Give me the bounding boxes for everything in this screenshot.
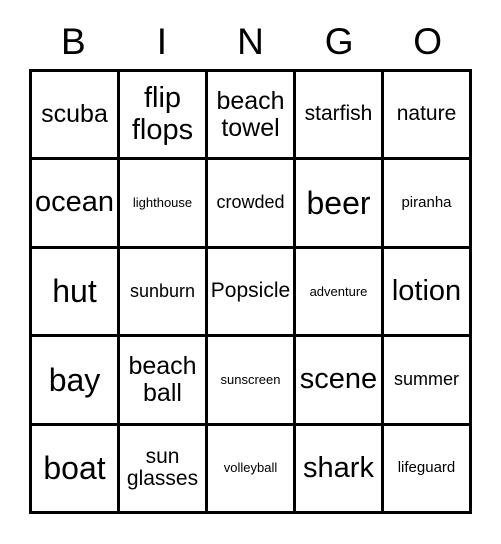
bingo-cell[interactable]: sunscreen xyxy=(208,337,296,423)
bingo-header-letter-n: N xyxy=(237,21,264,62)
bingo-row: boat sun glasses volleyball shark lifegu… xyxy=(32,425,469,512)
bingo-row: scuba flip flops beach towel starfish na… xyxy=(32,72,469,161)
bingo-cell-label: sunburn xyxy=(129,280,196,301)
bingo-cell[interactable]: summer xyxy=(384,337,469,423)
bingo-row: hut sunburn Popsicle adventure lotion xyxy=(32,248,469,338)
bingo-header-letter-g: G xyxy=(324,21,354,62)
bingo-cell-label: sunscreen xyxy=(220,371,281,387)
bingo-cell[interactable]: sunburn xyxy=(120,248,208,335)
bingo-cell-label: bay xyxy=(48,361,101,398)
bingo-cell[interactable]: volleyball xyxy=(208,425,296,512)
bingo-cell-label: volleyball xyxy=(223,460,278,476)
bingo-cell[interactable]: hut xyxy=(32,248,120,335)
bingo-cell-label: summer xyxy=(393,369,459,390)
bingo-cell-label: hut xyxy=(52,273,97,310)
bingo-cell[interactable]: lifeguard xyxy=(384,425,469,512)
bingo-cell[interactable]: adventure xyxy=(296,248,384,335)
bingo-cell-label: starfish xyxy=(304,102,373,126)
bingo-cell[interactable]: lighthouse xyxy=(120,160,208,246)
bingo-cell-label: shark xyxy=(303,451,374,484)
bingo-cell[interactable]: crowded xyxy=(208,160,296,246)
bingo-header-letter-o: O xyxy=(413,21,443,62)
bingo-cell[interactable]: sun glasses xyxy=(120,425,208,512)
bingo-cell-label: crowded xyxy=(216,192,285,213)
bingo-row: bay beach ball sunscreen scene summer xyxy=(32,337,469,426)
bingo-cell-label: nature xyxy=(396,102,457,126)
bingo-cell-label: ocean xyxy=(34,186,114,219)
bingo-cell[interactable]: flip flops xyxy=(120,72,208,158)
bingo-cell[interactable]: boat xyxy=(32,425,120,512)
bingo-cell[interactable]: starfish xyxy=(296,72,384,158)
bingo-cell-label: flip flops xyxy=(131,82,194,146)
bingo-header-letter-b: B xyxy=(60,21,86,62)
bingo-cell-label: scene xyxy=(299,363,378,396)
bingo-cell-label: adventure xyxy=(309,283,368,299)
bingo-cell[interactable]: bay xyxy=(32,337,120,423)
bingo-cell-label: beer xyxy=(306,184,371,221)
bingo-cell-label: sun glasses xyxy=(126,444,199,491)
bingo-cell[interactable]: lotion xyxy=(384,248,469,335)
bingo-cell[interactable]: nature xyxy=(384,72,469,158)
bingo-cell-label: beach ball xyxy=(128,351,197,407)
bingo-cell-label: scuba xyxy=(41,100,108,129)
bingo-row: ocean lighthouse crowded beer piranha xyxy=(32,160,469,249)
bingo-cell[interactable]: beach ball xyxy=(120,337,208,423)
bingo-cell[interactable]: scuba xyxy=(32,72,120,158)
bingo-cell[interactable]: beer xyxy=(296,160,384,246)
bingo-card: B I N G O scuba flip flops beach towel s… xyxy=(0,0,501,544)
bingo-cell[interactable]: Popsicle xyxy=(208,248,296,335)
bingo-header-row: B I N G O xyxy=(29,14,472,69)
bingo-cell-label: lighthouse xyxy=(132,195,193,211)
bingo-header-letter-i: I xyxy=(156,21,168,62)
bingo-cell-label: Popsicle xyxy=(210,279,291,303)
bingo-cell-label: lotion xyxy=(391,274,462,307)
bingo-cell[interactable]: piranha xyxy=(384,160,469,246)
bingo-cell[interactable]: scene xyxy=(296,337,384,423)
bingo-cell-label: piranha xyxy=(401,194,452,212)
bingo-cell[interactable]: ocean xyxy=(32,160,120,246)
bingo-cell[interactable]: shark xyxy=(296,425,384,512)
bingo-cell-label: lifeguard xyxy=(397,459,456,477)
bingo-cell[interactable]: beach towel xyxy=(208,72,296,158)
bingo-grid: scuba flip flops beach towel starfish na… xyxy=(29,69,472,514)
bingo-cell-label: beach towel xyxy=(216,86,285,142)
bingo-cell-label: boat xyxy=(43,450,106,487)
